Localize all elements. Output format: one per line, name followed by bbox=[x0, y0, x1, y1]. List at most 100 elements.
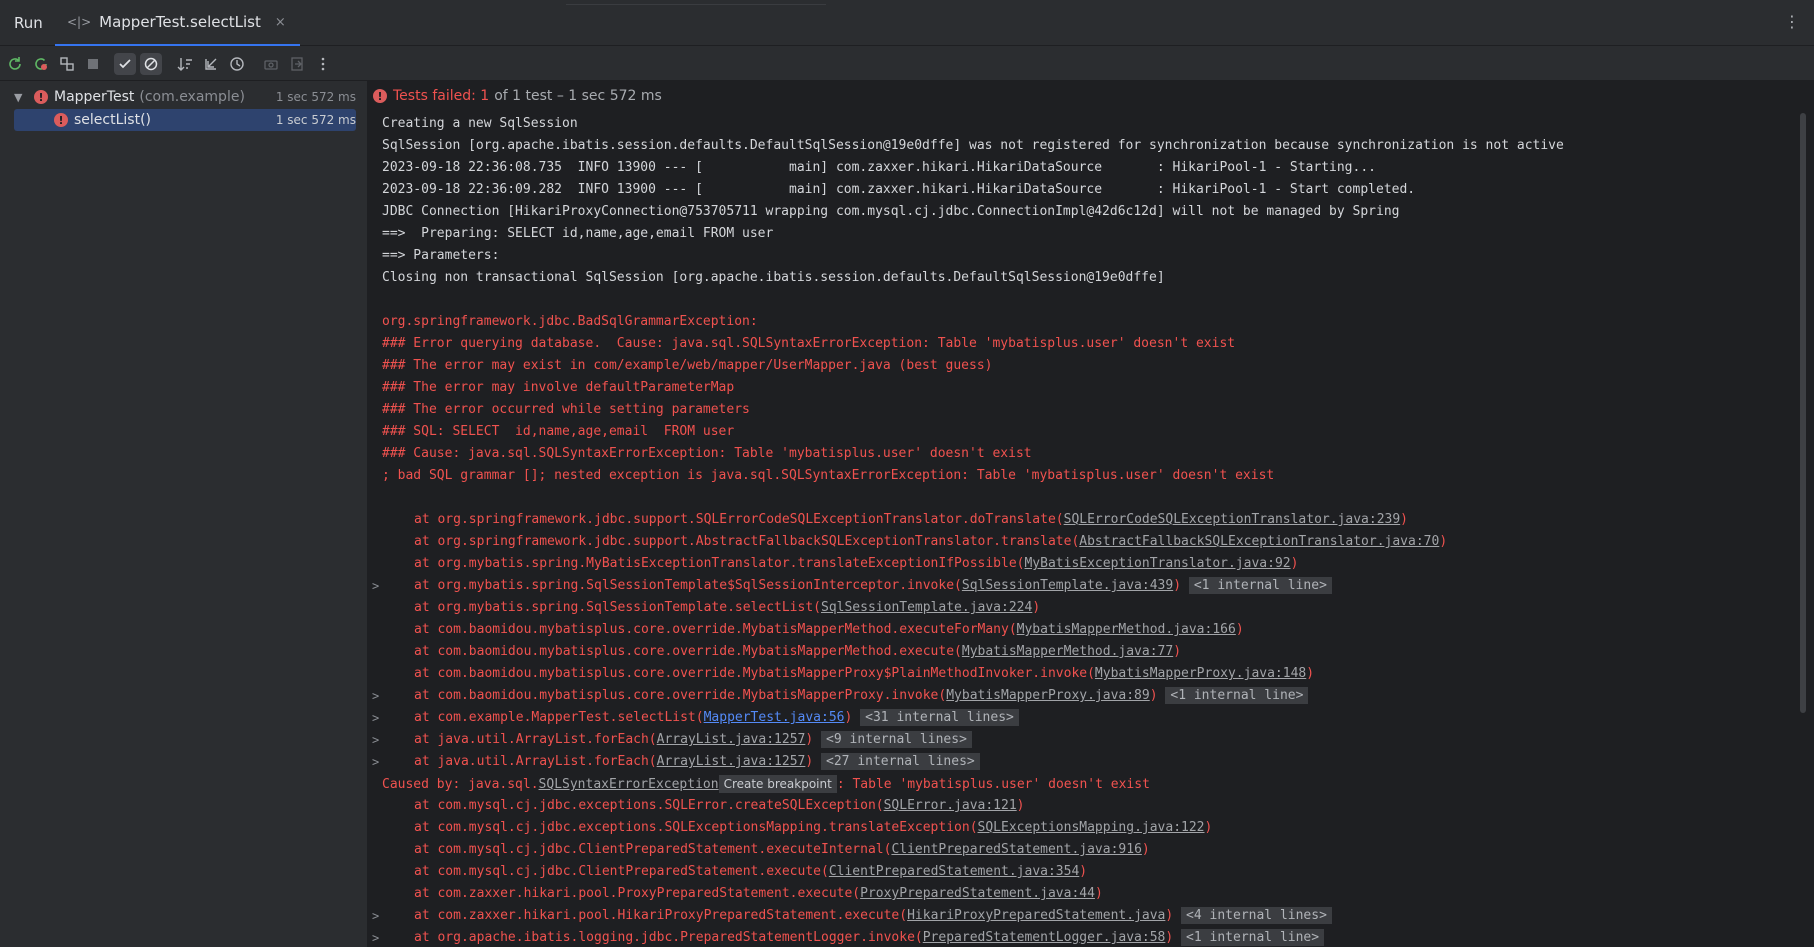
source-link[interactable]: MybatisMapperMethod.java:166 bbox=[1017, 622, 1236, 637]
stack-frame: at com.baomidou.mybatisplus.core.overrid… bbox=[414, 619, 1244, 641]
console-line: ==> Parameters: bbox=[382, 248, 508, 263]
export-icon[interactable] bbox=[286, 53, 308, 75]
frame-paren: ) bbox=[1173, 578, 1182, 593]
stack-frame: at com.baomidou.mybatisplus.core.overrid… bbox=[414, 641, 1181, 663]
test-status-bar: ! Tests failed: 1 of 1 test – 1 sec 572 … bbox=[373, 85, 662, 107]
internal-lines-fold[interactable]: <1 internal line> bbox=[1181, 929, 1325, 946]
frame-paren: ) bbox=[1141, 842, 1150, 857]
tree-item-selectlist[interactable]: ! selectList() 1 sec 572 ms bbox=[14, 109, 356, 131]
source-link[interactable]: MybatisMapperProxy.java:148 bbox=[1095, 666, 1306, 681]
internal-lines-fold[interactable]: <4 internal lines> bbox=[1181, 907, 1332, 924]
stack-frame: at com.mysql.cj.jdbc.ClientPreparedState… bbox=[414, 861, 1087, 883]
source-link[interactable]: SqlSessionTemplate.java:224 bbox=[821, 600, 1032, 615]
source-link[interactable]: HikariProxyPreparedStatement.java bbox=[907, 908, 1165, 923]
tree-item-mappertest[interactable]: ▼ ! MapperTest (com.example) 1 sec 572 m… bbox=[14, 86, 356, 108]
expand-chevron-icon[interactable]: > bbox=[372, 729, 379, 751]
console-line: ==> Preparing: SELECT id,name,age,email … bbox=[382, 226, 774, 241]
source-link[interactable]: ArrayList.java:1257 bbox=[657, 754, 806, 769]
tests-failed-text: Tests failed: 1 bbox=[393, 88, 490, 104]
stack-frame: at java.util.ArrayList.forEach(ArrayList… bbox=[414, 729, 972, 751]
frame-method: at org.springframework.jdbc.support.Abst… bbox=[414, 534, 1080, 549]
internal-lines-fold[interactable]: <27 internal lines> bbox=[821, 753, 980, 770]
error-line: ### The error may exist in com/example/w… bbox=[382, 358, 993, 373]
exception-class-link[interactable]: SQLSyntaxErrorException bbox=[539, 777, 719, 792]
internal-lines-fold[interactable]: <1 internal line> bbox=[1188, 577, 1332, 594]
frame-method: at org.mybatis.spring.SqlSessionTemplate… bbox=[414, 600, 821, 615]
expand-chevron-icon[interactable]: > bbox=[372, 751, 379, 773]
source-link[interactable]: MapperTest.java:56 bbox=[704, 710, 845, 725]
test-failed-icon: ! bbox=[54, 113, 68, 127]
frame-paren: ) bbox=[1016, 798, 1025, 813]
close-icon[interactable]: × bbox=[275, 15, 286, 30]
source-link[interactable]: SQLError.java:121 bbox=[884, 798, 1017, 813]
create-breakpoint-tooltip[interactable]: Create breakpoint bbox=[718, 775, 837, 793]
stop-icon[interactable] bbox=[82, 53, 104, 75]
show-passed-icon[interactable] bbox=[114, 53, 136, 75]
source-link[interactable]: ArrayList.java:1257 bbox=[657, 732, 806, 747]
source-link[interactable]: AbstractFallbackSQLExceptionTranslator.j… bbox=[1079, 534, 1439, 549]
expand-chevron-icon[interactable]: > bbox=[372, 707, 379, 729]
console-line: Closing non transactional SqlSession [or… bbox=[382, 270, 1165, 285]
frame-paren: ) bbox=[1306, 666, 1315, 681]
frame-paren: ) bbox=[805, 754, 814, 769]
source-link[interactable]: ClientPreparedStatement.java:354 bbox=[829, 864, 1079, 879]
screenshot-icon[interactable] bbox=[260, 53, 282, 75]
internal-lines-fold[interactable]: <9 internal lines> bbox=[821, 731, 972, 748]
tree-item-package: (com.example) bbox=[139, 89, 245, 105]
more-icon[interactable] bbox=[312, 53, 334, 75]
source-link[interactable]: ProxyPreparedStatement.java:44 bbox=[860, 886, 1095, 901]
stack-frame: at org.springframework.jdbc.support.Abst… bbox=[414, 531, 1447, 553]
tree-item-duration: 1 sec 572 ms bbox=[275, 90, 356, 104]
source-link[interactable]: SQLExceptionsMapping.java:122 bbox=[978, 820, 1205, 835]
frame-method: at org.mybatis.spring.MyBatisExceptionTr… bbox=[414, 556, 1025, 571]
expand-chevron-icon[interactable]: > bbox=[372, 927, 379, 947]
console-panel: ! Tests failed: 1 of 1 test – 1 sec 572 … bbox=[369, 81, 1814, 947]
options-kebab-icon[interactable]: ⋮ bbox=[1784, 12, 1800, 31]
test-tree-panel: ▼ ! MapperTest (com.example) 1 sec 572 m… bbox=[0, 81, 368, 947]
source-link[interactable]: MybatisMapperMethod.java:77 bbox=[962, 644, 1173, 659]
console-line: JDBC Connection [HikariProxyConnection@7… bbox=[382, 204, 1400, 219]
run-toolbar bbox=[0, 46, 1814, 81]
stack-frame: at org.mybatis.spring.SqlSessionTemplate… bbox=[414, 597, 1040, 619]
source-link[interactable]: MyBatisExceptionTranslator.java:92 bbox=[1024, 556, 1290, 571]
sort-icon[interactable] bbox=[174, 53, 196, 75]
source-link[interactable]: MybatisMapperProxy.java:89 bbox=[946, 688, 1150, 703]
show-ignored-icon[interactable] bbox=[140, 53, 162, 75]
history-icon[interactable] bbox=[226, 53, 248, 75]
stack-frame: at com.mysql.cj.jdbc.ClientPreparedState… bbox=[414, 839, 1150, 861]
error-line: ### The error occurred while setting par… bbox=[382, 402, 750, 417]
run-tool-window-title[interactable]: Run bbox=[14, 14, 43, 32]
frame-method: at org.apache.ibatis.logging.jdbc.Prepar… bbox=[414, 930, 923, 945]
toggle-auto-test-icon[interactable] bbox=[56, 53, 78, 75]
internal-lines-fold[interactable]: <1 internal line> bbox=[1165, 687, 1309, 704]
expand-chevron-icon[interactable]: > bbox=[372, 685, 379, 707]
source-link[interactable]: SqlSessionTemplate.java:439 bbox=[962, 578, 1173, 593]
frame-method: at com.baomidou.mybatisplus.core.overrid… bbox=[414, 622, 1017, 637]
editor-tab-edge bbox=[566, 0, 826, 5]
console-scrollbar[interactable] bbox=[1800, 113, 1806, 713]
collapse-icon[interactable] bbox=[200, 53, 222, 75]
rerun-failed-icon[interactable] bbox=[30, 53, 52, 75]
source-link[interactable]: SQLErrorCodeSQLExceptionTranslator.java:… bbox=[1064, 512, 1401, 527]
console-output[interactable]: Creating a new SqlSession SqlSession [or… bbox=[369, 113, 1799, 947]
rerun-icon[interactable] bbox=[4, 53, 26, 75]
tab-mappertest-selectlist[interactable]: <|> MapperTest.selectList × bbox=[55, 0, 300, 46]
source-link[interactable]: ClientPreparedStatement.java:916 bbox=[891, 842, 1141, 857]
source-link[interactable]: PreparedStatementLogger.java:58 bbox=[923, 930, 1166, 945]
stack-frame: at org.mybatis.spring.SqlSessionTemplate… bbox=[414, 575, 1332, 597]
frame-paren: ) bbox=[1079, 864, 1088, 879]
expand-chevron-icon[interactable]: > bbox=[372, 905, 379, 927]
frame-paren: ) bbox=[1290, 556, 1299, 571]
console-line: SqlSession [org.apache.ibatis.session.de… bbox=[382, 138, 1564, 153]
expand-chevron-icon[interactable]: > bbox=[372, 575, 379, 597]
frame-method: at com.mysql.cj.jdbc.exceptions.SQLError… bbox=[414, 798, 884, 813]
internal-lines-fold[interactable]: <31 internal lines> bbox=[860, 709, 1019, 726]
tests-summary-text: of 1 test – 1 sec 572 ms bbox=[494, 88, 662, 104]
stack-frame: at com.example.MapperTest.selectList(Map… bbox=[414, 707, 1019, 729]
frame-method: at com.baomidou.mybatisplus.core.overrid… bbox=[414, 688, 947, 703]
frame-method: at com.baomidou.mybatisplus.core.overrid… bbox=[414, 666, 1095, 681]
chevron-down-icon[interactable]: ▼ bbox=[14, 91, 34, 104]
stack-frame: at com.baomidou.mybatisplus.core.overrid… bbox=[414, 685, 1309, 707]
frame-paren: ) bbox=[1149, 688, 1158, 703]
error-line: ; bad SQL grammar []; nested exception i… bbox=[382, 468, 1275, 483]
